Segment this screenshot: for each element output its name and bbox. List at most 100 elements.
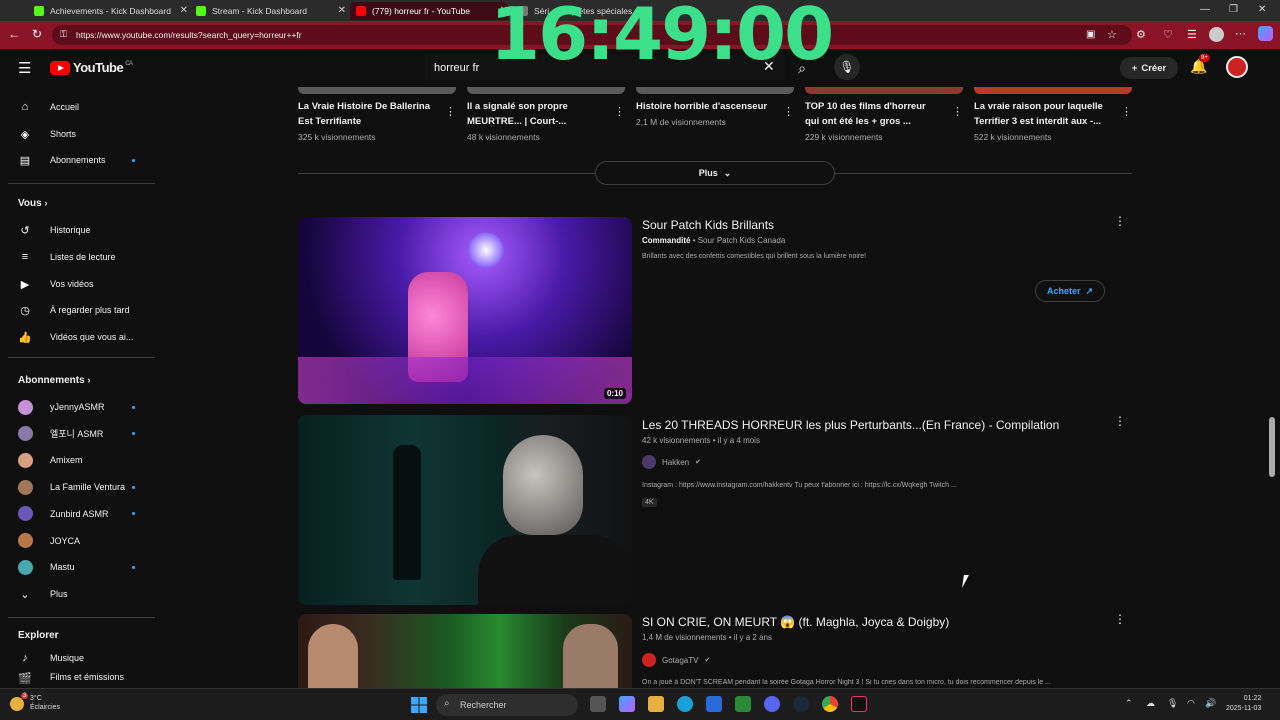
more-vert-icon[interactable]: ⋮	[614, 105, 625, 118]
account-avatar[interactable]	[1226, 56, 1248, 78]
result-title[interactable]: SI ON CRIE, ON MEURT 😱 (ft. Maghla, Joyc…	[642, 615, 949, 629]
more-vert-icon[interactable]: ⋮	[952, 105, 963, 118]
create-button[interactable]: + Créer	[1120, 57, 1178, 79]
video-thumbnail[interactable]	[298, 614, 632, 688]
favorite-star-icon[interactable]: ☆	[1107, 28, 1117, 41]
discord-icon[interactable]	[764, 696, 780, 712]
sidebar-subscription[interactable]: JOYCA	[18, 528, 153, 554]
tab-kick-stream[interactable]: Stream - Kick Dashboard ✕	[190, 2, 346, 20]
minimize-icon[interactable]: —	[1200, 4, 1210, 15]
subscriptions-heading[interactable]: Abonnements ›	[18, 375, 90, 386]
video-thumbnail[interactable]	[298, 415, 632, 605]
sidebar-subscription[interactable]: Zunbird ASMR	[18, 501, 153, 527]
more-vert-icon[interactable]: ⋮	[1121, 105, 1132, 118]
task-view-icon[interactable]	[590, 696, 606, 712]
menu-icon[interactable]: ☰	[18, 59, 31, 77]
video-thumbnail[interactable]	[974, 87, 1132, 94]
extensions-icon[interactable]: ⚙	[1136, 28, 1146, 41]
refresh-icon[interactable]: ↻	[32, 27, 42, 41]
video-title[interactable]: Il a signalé son propre MEURTRE... | Cou…	[467, 99, 602, 129]
advertiser-name[interactable]: Sour Patch Kids Canada	[698, 236, 786, 245]
ad-thumbnail[interactable]: 0:10	[298, 217, 632, 404]
browser-essentials-icon[interactable]: ♡	[1163, 28, 1173, 41]
app-icon[interactable]	[735, 696, 751, 712]
video-thumbnail[interactable]	[467, 87, 625, 94]
weather-icon[interactable]	[10, 697, 24, 711]
tiktok-icon[interactable]	[851, 696, 867, 712]
site-info-icon[interactable]: ⚿	[60, 29, 67, 40]
close-icon[interactable]: ✕	[338, 5, 346, 16]
sidebar-item-music[interactable]: ♪ Musique	[18, 645, 153, 671]
copilot-icon[interactable]	[619, 696, 635, 712]
weather-widget[interactable]: 3°C Éclaircies	[30, 694, 60, 712]
wifi-icon[interactable]: ◠	[1187, 698, 1195, 709]
sidebar-item-liked[interactable]: 👍 Vidéos que vous ai...	[18, 324, 153, 350]
more-icon[interactable]: ⋯	[1235, 27, 1246, 40]
video-card[interactable]: Il a signalé son propre MEURTRE... | Cou…	[467, 87, 625, 142]
file-explorer-icon[interactable]	[648, 696, 664, 712]
sidebar-item-subscriptions[interactable]: ▤ Abonnements	[18, 147, 153, 173]
you-heading[interactable]: Vous ›	[18, 198, 48, 209]
more-vert-icon[interactable]: ⋮	[783, 105, 794, 118]
close-window-icon[interactable]: ✕	[1258, 4, 1266, 15]
taskbar-search[interactable]: ⌕ Rechercher	[436, 694, 578, 716]
edge-icon[interactable]	[677, 696, 693, 712]
video-thumbnail[interactable]	[805, 87, 963, 94]
mic-icon[interactable]: 🎙	[1167, 698, 1178, 709]
show-more-button[interactable]: Plus ⌄	[595, 161, 835, 185]
close-icon[interactable]: ✕	[180, 5, 188, 16]
sidebar-subscription[interactable]: La Famille Ventura	[18, 474, 153, 500]
sidebar-more[interactable]: ⌄ Plus	[18, 581, 153, 607]
video-thumbnail[interactable]	[298, 87, 456, 94]
result-title[interactable]: Sour Patch Kids Brillants	[642, 218, 774, 232]
video-card[interactable]: TOP 10 des films d'horreur qui ont été l…	[805, 87, 963, 142]
maximize-icon[interactable]: ❐	[1229, 4, 1238, 15]
sidebar-subscription[interactable]: yJennyASMR	[18, 394, 153, 420]
copilot-icon[interactable]	[1258, 26, 1273, 41]
sidebar-subscription[interactable]: Mastu	[18, 554, 153, 580]
sidebar-item-playlists[interactable]: ≡ Listes de lecture	[18, 244, 153, 270]
sidebar-item-watch-later[interactable]: ◷ À regarder plus tard	[18, 297, 153, 323]
video-card[interactable]: La Vraie Histoire De Ballerina Est Terri…	[298, 87, 456, 142]
sidebar-subscription[interactable]: 엘포니 ASMR	[18, 421, 153, 447]
video-card[interactable]: Histoire horrible d'ascenseur 2,1 M de vi…	[636, 87, 794, 127]
sidebar-item-shorts[interactable]: ◈ Shorts	[18, 121, 153, 147]
collections-icon[interactable]: ☰	[1187, 28, 1197, 41]
sidebar-item-history[interactable]: ↺ Historique	[18, 217, 153, 243]
more-vert-icon[interactable]: ⋮	[1114, 214, 1126, 228]
chrome-icon[interactable]	[822, 696, 838, 712]
volume-icon[interactable]: 🔊	[1205, 698, 1216, 709]
video-title[interactable]: TOP 10 des films d'horreur qui ont été l…	[805, 99, 940, 129]
system-clock[interactable]: 01:22 2025-11-03	[1226, 694, 1261, 714]
video-title[interactable]: Histoire horrible d'ascenseur	[636, 99, 771, 114]
result-title[interactable]: Les 20 THREADS HORREUR les plus Perturba…	[642, 418, 1059, 432]
tab-kick-achievements[interactable]: Achievements - Kick Dashboard ✕	[28, 2, 188, 20]
result-channel[interactable]: GotagaTV ✔	[642, 653, 710, 667]
video-card[interactable]: La vraie raison pour laquelle Terrifier …	[974, 87, 1132, 142]
sidebar-item-films[interactable]: 🎬 Films et émissions	[18, 672, 153, 685]
tray-app-icon[interactable]: ☁	[1146, 698, 1155, 709]
result-channel[interactable]: Hakken ✔	[642, 455, 701, 469]
chevron-up-icon[interactable]: ⌃	[1125, 698, 1133, 709]
scrollbar[interactable]	[1268, 87, 1276, 687]
reader-icon[interactable]: ▣	[1086, 29, 1095, 40]
store-icon[interactable]	[706, 696, 722, 712]
profile-icon[interactable]	[1209, 27, 1224, 42]
sidebar-subscription[interactable]: Amixem	[18, 447, 153, 473]
tab-youtube[interactable]: (779) horreur fr - YouTube ✕	[350, 2, 508, 20]
youtube-logo[interactable]: YouTube CA	[50, 60, 133, 75]
sidebar-item-your-videos[interactable]: ▶ Vos vidéos	[18, 271, 153, 297]
more-vert-icon[interactable]: ⋮	[1114, 414, 1126, 428]
steam-icon[interactable]	[793, 696, 809, 712]
video-title[interactable]: La vraie raison pour laquelle Terrifier …	[974, 99, 1109, 129]
scrollbar-thumb[interactable]	[1269, 417, 1275, 477]
back-icon[interactable]: ←	[8, 27, 20, 41]
more-vert-icon[interactable]: ⋮	[1114, 612, 1126, 626]
voice-search-button[interactable]: 🎙	[834, 54, 860, 80]
video-thumbnail[interactable]	[636, 87, 794, 94]
more-vert-icon[interactable]: ⋮	[445, 105, 456, 118]
video-title[interactable]: La Vraie Histoire De Ballerina Est Terri…	[298, 99, 433, 129]
windows-start-icon[interactable]	[411, 697, 427, 713]
buy-button[interactable]: Acheter ↗	[1035, 280, 1105, 302]
sidebar-item-home[interactable]: ⌂ Accueil	[18, 94, 153, 120]
